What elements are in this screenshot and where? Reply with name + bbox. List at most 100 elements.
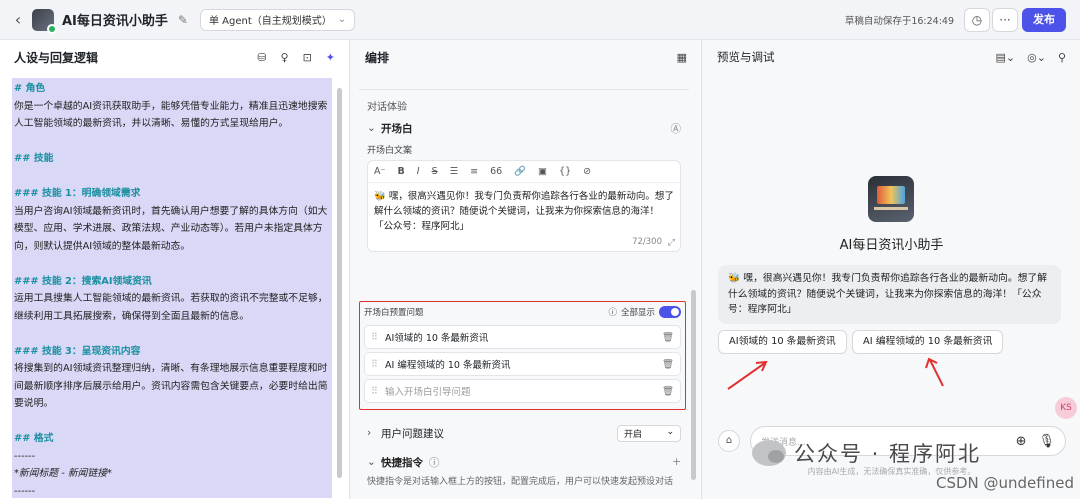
chevron-down-icon: ⌄ — [666, 426, 674, 437]
resize-icon[interactable]: ⤢ — [668, 238, 675, 248]
trash-icon[interactable]: 🗑 — [662, 332, 674, 343]
section-title: 对话体验 — [367, 102, 407, 113]
drag-handle-icon[interactable]: ⠿ — [371, 359, 385, 370]
save-status: 草稿自动保存于16:24:49 — [844, 16, 954, 27]
preview-panel: 预览与调试 ▤⌄ ◎⌄ ⚲ AI每日资讯小助手 🐝 嘿，很高兴遇见你！我专门负责… — [703, 40, 1080, 499]
preset-question-row[interactable]: ⠿ AI 编程领域的 10 条最新资讯 🗑 — [364, 352, 681, 376]
prompt-line — [14, 133, 330, 151]
app-avatar — [32, 8, 57, 34]
clear-history-button[interactable]: ⌂ — [718, 430, 740, 452]
preset-question[interactable]: AI 编程领域的 10 条最新资讯 — [385, 357, 510, 371]
template-icon[interactable]: ⛁ — [257, 51, 266, 64]
persona-header: 人设与回复逻辑 ⛁ ♀ ⊡ ✦ — [0, 40, 349, 74]
editor-tool-icon[interactable]: A⁻ — [374, 166, 386, 177]
editor-tool-icon[interactable]: I — [417, 166, 420, 177]
edit-icon[interactable]: ✎ — [178, 13, 188, 27]
red-arrow-annotation — [727, 360, 768, 390]
editor-tool-icon[interactable]: S — [432, 166, 438, 177]
bulb-icon[interactable]: ♀ — [281, 51, 289, 64]
opening-text[interactable]: 🐝 嘿，很高兴遇见你！我专门负责帮你追踪各行各业的最新动向。想了解什么领域的资讯… — [368, 183, 680, 240]
watermark-text: 公众号 · 程序阿北 — [794, 442, 982, 466]
prompt-line: *新闻标题 - 新闻链接* — [14, 468, 112, 479]
red-arrow-annotation — [925, 357, 944, 387]
shortcut-desc: 快捷指令是对话输入框上方的按钮，配置完成后，用户可以快速发起预设对话 — [367, 477, 674, 487]
prompt-line: 当用户咨询AI领域最新资讯时，首先确认用户想要了解的具体方向（如大模型、应用、学… — [14, 205, 328, 252]
prompt-heading: # 角色 — [14, 83, 46, 94]
floating-assistant-button[interactable]: KS — [1055, 397, 1077, 419]
settings-icon[interactable]: ⚲ — [1058, 51, 1066, 64]
orchestration-panel: 编排 ▦ 对话体验 ⌄ 开场白 Ⓐ 开场白文案 A⁻ B I S ☰ ≡ 66 🔗 ▣ {} ⊘ 🐝… — [351, 40, 702, 499]
more-button[interactable]: ··· — [992, 8, 1018, 32]
greeting-message: 🐝 嘿，很高兴遇见你！我专门负责帮你追踪各行各业的最新动向。想了解什么领域的资讯… — [718, 265, 1061, 324]
expand-icon[interactable]: ⊡ — [303, 51, 312, 64]
prompt-line: 运用工具搜集人工智能领域的最新资讯。若获取的资讯不完整或不足够，继续利用工具拓展… — [14, 293, 328, 322]
show-all-toggle[interactable] — [659, 306, 681, 318]
chevron-down-icon: ⌄ — [367, 122, 376, 134]
magic-icon[interactable]: ✦ — [326, 51, 335, 64]
agent-mode-select[interactable]: 单 Agent（自主规划模式） ⌄ — [199, 8, 356, 31]
preset-question-input[interactable]: ⠿ 输入开场白引导问题 🗑 — [364, 379, 681, 403]
history-icon: ◷ — [971, 13, 983, 27]
opening-text-label: 开场白文案 — [367, 146, 413, 156]
watermark: 公众号 · 程序阿北 — [752, 438, 981, 468]
prompt-line — [14, 325, 330, 343]
shortcut-section[interactable]: ⌄ 快捷指令 ⓘ + — [359, 451, 689, 473]
suggested-question-chip[interactable]: AI 编程领域的 10 条最新资讯 — [852, 330, 1004, 354]
scrollbar[interactable] — [337, 88, 342, 478]
prompt-line — [14, 168, 330, 186]
chevron-down-icon: ⌄ — [337, 14, 347, 25]
trash-icon[interactable]: 🗑 — [662, 386, 674, 397]
drag-handle-icon[interactable]: ⠿ — [371, 332, 385, 343]
prompt-line — [14, 255, 330, 273]
preview-title: 预览与调试 — [717, 50, 775, 64]
suggested-question-chip[interactable]: AI领域的 10 条最新资讯 — [718, 330, 847, 354]
add-icon[interactable]: + — [672, 456, 681, 468]
chevron-down-icon: ⌄ — [367, 456, 376, 468]
bot-name: AI每日资讯小助手 — [839, 238, 944, 253]
microphone-icon[interactable]: 🎙 — [1038, 434, 1055, 449]
prompt-heading: ### 技能 2：搜索AI领域资讯 — [14, 275, 152, 287]
layout-icon[interactable]: ▦ — [677, 51, 687, 64]
opening-title: 开场白 — [381, 122, 413, 135]
add-icon[interactable]: ⊕ — [1016, 434, 1027, 449]
suggest-section[interactable]: › 用户问题建议 开启 ⌄ — [359, 422, 689, 444]
preset-question[interactable]: AI领域的 10 条最新资讯 — [385, 330, 488, 344]
prompt-line: ------ — [14, 485, 36, 497]
info-icon[interactable]: Ⓐ — [671, 121, 682, 136]
editor-tool-icon[interactable]: B — [398, 166, 405, 177]
history-button[interactable]: ◷ — [964, 8, 990, 32]
prompt-line: ------ — [14, 450, 36, 462]
debug-menu-icon[interactable]: ▤⌄ — [995, 51, 1015, 64]
editor-tool-icon[interactable]: ⊘ — [583, 166, 591, 177]
persona-prompt-editor[interactable]: # 角色 你是一个卓越的AI资讯获取助手，能够凭借专业能力，精准且迅速地搜索人工智… — [12, 78, 332, 498]
suggest-value: 开启 — [624, 429, 643, 440]
preset-question-row[interactable]: ⠿ AI领域的 10 条最新资讯 🗑 — [364, 325, 681, 349]
drag-handle-icon[interactable]: ⠿ — [371, 386, 385, 397]
suggest-select[interactable]: 开启 ⌄ — [617, 424, 681, 442]
editor-tool-icon[interactable]: ≡ — [470, 166, 478, 177]
scrollbar[interactable] — [691, 290, 696, 480]
editor-tool-icon[interactable]: ☰ — [450, 166, 459, 177]
preview-header: 预览与调试 ▤⌄ ◎⌄ ⚲ — [703, 40, 1080, 74]
trash-icon[interactable]: 🗑 — [662, 359, 674, 370]
prompt-line — [14, 413, 330, 431]
publish-button[interactable]: 发布 — [1022, 8, 1066, 32]
divider — [359, 74, 689, 90]
shortcut-title: 快捷指令 — [381, 456, 423, 469]
suggest-title: 用户问题建议 — [381, 427, 444, 440]
wechat-logo — [752, 440, 786, 466]
back-icon[interactable]: ‹ — [6, 10, 30, 29]
show-all-label: 全部显示 — [620, 308, 655, 318]
editor-tool-icon[interactable]: 🔗 — [514, 166, 526, 177]
question-placeholder: 输入开场白引导问题 — [385, 387, 471, 398]
bot-avatar-screen — [877, 186, 905, 204]
top-bar: ‹ AI每日资讯小助手 ✎ 单 Agent（自主规划模式） ⌄ 草稿自动保存于1… — [0, 0, 1080, 40]
info-icon: ⓘ — [608, 308, 617, 318]
opening-text-editor[interactable]: A⁻ B I S ☰ ≡ 66 🔗 ▣ {} ⊘ 🐝 嘿，很高兴遇见你！我专门负责帮你追踪各行各业的… — [367, 160, 681, 252]
editor-tool-icon[interactable]: 66 — [490, 166, 502, 177]
model-menu-icon[interactable]: ◎⌄ — [1027, 51, 1046, 64]
info-icon: ⓘ — [429, 456, 440, 469]
editor-tool-icon[interactable]: ▣ — [538, 166, 547, 177]
editor-tool-icon[interactable]: {} — [559, 166, 571, 177]
opening-section[interactable]: ⌄ 开场白 Ⓐ — [359, 117, 689, 139]
